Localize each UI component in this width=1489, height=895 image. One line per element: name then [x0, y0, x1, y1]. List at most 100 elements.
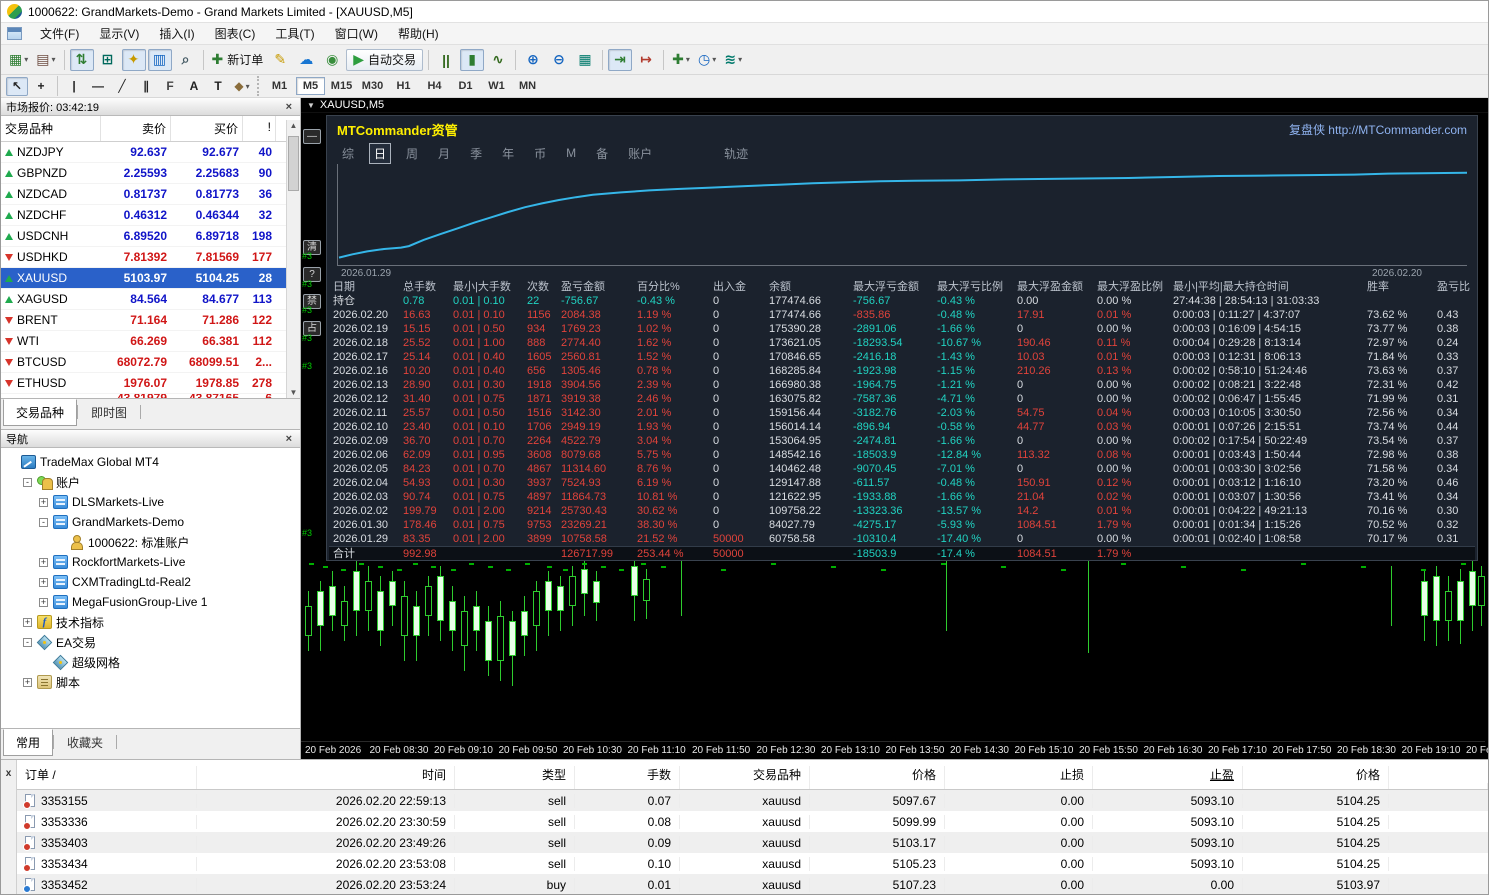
order-row[interactable]: 3353403 2026.02.20 23:49:26 sell 0.09 xauusd… [17, 832, 1488, 853]
tree-item-2[interactable]: + DLSMarkets-Live [1, 492, 300, 512]
mtcommander-tab-5[interactable]: 年 [497, 143, 519, 164]
statistics-row[interactable]: 持仓 0.78 0.01 | 0.10 22 -756.67 -0.43 % 0 177474… [329, 294, 1475, 308]
scroll-down-icon[interactable]: ▼ [290, 388, 298, 397]
menu-item-1[interactable]: 显示(V) [89, 23, 149, 44]
menu-item-4[interactable]: 工具(T) [265, 23, 324, 44]
menu-item-3[interactable]: 图表(C) [205, 23, 266, 44]
scroll-up-icon[interactable]: ▲ [290, 121, 298, 130]
expand-icon[interactable]: + [39, 557, 48, 567]
period-button-MN[interactable]: MN [513, 77, 542, 95]
mtcommander-tab-0[interactable]: 综 [337, 143, 359, 164]
menu-item-0[interactable]: 文件(F) [30, 23, 89, 44]
cursor-button[interactable]: ↖ [6, 76, 28, 96]
period-button-M1[interactable]: M1 [265, 77, 294, 95]
orders-column-header-6[interactable]: 止损 [945, 766, 1093, 789]
tree-item-6[interactable]: + CXMTradingLtd-Real2 [1, 572, 300, 592]
market-watch-row[interactable]: BTCUSD 68072.79 68099.51 2... [1, 352, 300, 373]
metaeditor-button[interactable]: ✎ [268, 49, 292, 71]
market-watch-row[interactable]: XAGUSD 84.564 84.677 113 [1, 289, 300, 310]
crosshair-button[interactable]: + [30, 77, 52, 96]
new-order-button[interactable]: ✚ 新订单 [209, 49, 267, 71]
expand-icon[interactable]: + [39, 497, 48, 507]
expand-icon[interactable]: + [23, 617, 32, 627]
tree-item-11[interactable]: + 脚本 [1, 672, 300, 692]
autoscroll-button[interactable]: ⇥ [608, 48, 633, 71]
market-watch-button[interactable]: ⇅ [69, 48, 94, 71]
ea-strip-button-0[interactable]: — [303, 129, 321, 144]
period-button-H1[interactable]: H1 [389, 77, 418, 95]
menu-item-2[interactable]: 插入(I) [149, 23, 204, 44]
scroll-thumb[interactable] [288, 136, 299, 191]
community-button[interactable]: ☁ [294, 49, 318, 71]
tree-item-4[interactable]: +1000622: 标准账户 [1, 532, 300, 552]
mtcommander-tab-4[interactable]: 季 [465, 143, 487, 164]
period-button-H4[interactable]: H4 [420, 77, 449, 95]
vertical-line-button[interactable]: | [63, 77, 85, 96]
market-watch-row[interactable]: WTI 66.269 66.381 112 [1, 331, 300, 352]
mw-column-header-1[interactable]: 卖价 [101, 116, 171, 141]
chevron-down-icon[interactable]: ▾ [24, 55, 28, 64]
navigator-tab-0[interactable]: 常用 [3, 729, 54, 756]
tile-windows-button[interactable]: ▦ [573, 49, 597, 71]
expand-icon[interactable]: + [39, 597, 48, 607]
market-watch-tab-1[interactable]: 即时图 [78, 399, 140, 426]
chevron-down-icon[interactable]: ▾ [712, 55, 716, 64]
statistics-row[interactable]: 2026.02.13 28.90 0.01 | 0.30 1918 3904.56 2.3… [329, 378, 1475, 392]
chart-shift-button[interactable]: ↦ [634, 49, 658, 71]
statistics-row[interactable]: 2026.02.10 23.40 0.01 | 0.10 1706 2949.19 1.9… [329, 420, 1475, 434]
orders-column-header-7[interactable]: 止盈 [1093, 766, 1243, 789]
market-watch-row[interactable]: ETHUSD 1976.07 1978.85 278 [1, 373, 300, 394]
market-watch-row[interactable]: USDHKD 7.81392 7.81569 177 [1, 247, 300, 268]
chevron-down-icon[interactable]: ▾ [738, 55, 742, 64]
statistics-row[interactable]: 2026.01.29 83.35 0.01 | 2.00 3899 10758.58 21… [329, 532, 1475, 546]
mtcommander-tab-2[interactable]: 周 [401, 143, 423, 164]
period-button-M5[interactable]: M5 [296, 77, 325, 95]
mw-column-header-2[interactable]: 买价 [171, 116, 243, 141]
orders-column-header-1[interactable]: 时间 [197, 766, 455, 789]
market-watch-row[interactable]: NZDCAD 0.81737 0.81773 36 [1, 184, 300, 205]
tree-item-10[interactable]: +超级网格 [1, 652, 300, 672]
market-watch-scrollbar[interactable]: ▲ ▼ [286, 120, 300, 398]
order-row[interactable]: 3353336 2026.02.20 23:30:59 sell 0.08 xauusd… [17, 811, 1488, 832]
chevron-down-icon[interactable]: ▾ [246, 82, 250, 91]
collapse-icon[interactable]: - [39, 517, 48, 527]
mtcommander-link[interactable]: 复盘侠 http://MTCommander.com [1289, 121, 1467, 138]
chevron-down-icon[interactable]: ▾ [51, 55, 55, 64]
line-chart-button[interactable]: ∿ [486, 49, 510, 71]
mtcommander-tab-3[interactable]: 月 [433, 143, 455, 164]
order-row[interactable]: 3353155 2026.02.20 22:59:13 sell 0.07 xauusd… [17, 790, 1488, 811]
market-watch-close-icon[interactable]: × [283, 101, 295, 113]
market-watch-row[interactable]: XAUUSD 5103.97 5104.25 28 [1, 268, 300, 289]
templates-button[interactable]: ≋ ▾ [721, 49, 745, 71]
periods-button[interactable]: ◷ ▾ [695, 49, 719, 71]
market-watch-tab-0[interactable]: 交易品种 [3, 399, 78, 426]
orders-column-header-5[interactable]: 价格 [810, 766, 945, 789]
statistics-row[interactable]: 2026.02.20 16.63 0.01 | 0.10 1156 2084.38 1.1… [329, 308, 1475, 322]
horizontal-line-button[interactable]: — [87, 77, 109, 96]
statistics-row[interactable]: 2026.02.19 15.15 0.01 | 0.50 934 1769.23 1.02… [329, 322, 1475, 336]
zoom-in-button[interactable]: ⊕ [521, 49, 545, 71]
statistics-total-row[interactable]: 合计 992.98 126717.99 253.44 % 50000 -18503.9 -1… [329, 546, 1475, 560]
chart-timeline[interactable]: 20 Feb 2026 20 Feb 08:30 20 Feb 09:10 20 Fe… [301, 741, 1488, 759]
mtcommander-tab-10[interactable]: 轨迹 [719, 143, 753, 164]
collapse-icon[interactable]: - [23, 637, 32, 647]
period-button-M15[interactable]: M15 [327, 77, 356, 95]
statistics-row[interactable]: 2026.02.04 54.93 0.01 | 0.30 3937 7524.93 6.1… [329, 476, 1475, 490]
mw-column-header-0[interactable]: 交易品种 [1, 116, 101, 141]
period-button-M30[interactable]: M30 [358, 77, 387, 95]
market-watch-row[interactable]: NZDCHF 0.46312 0.46344 32 [1, 205, 300, 226]
expand-icon[interactable]: + [39, 577, 48, 587]
label-button[interactable]: T [207, 77, 229, 96]
orders-column-header-3[interactable]: 手数 [575, 766, 680, 789]
collapse-icon[interactable]: - [23, 477, 32, 487]
new-chart-button[interactable]: ▦ ▾ [6, 49, 31, 71]
orders-column-header-4[interactable]: 交易品种 [680, 766, 810, 789]
chevron-down-icon[interactable]: ▾ [686, 55, 690, 64]
tree-item-7[interactable]: + MegaFusionGroup-Live 1 [1, 592, 300, 612]
zoom-out-button[interactable]: ⊖ [547, 49, 571, 71]
order-row[interactable]: 3353452 2026.02.20 23:53:24 buy 0.01 xauusd 5… [17, 874, 1488, 894]
navigator-close-icon[interactable]: × [283, 433, 295, 445]
mtcommander-tab-8[interactable]: 备 [591, 143, 613, 164]
period-button-W1[interactable]: W1 [482, 77, 511, 95]
candle-chart-button[interactable]: ▮ [460, 48, 485, 71]
